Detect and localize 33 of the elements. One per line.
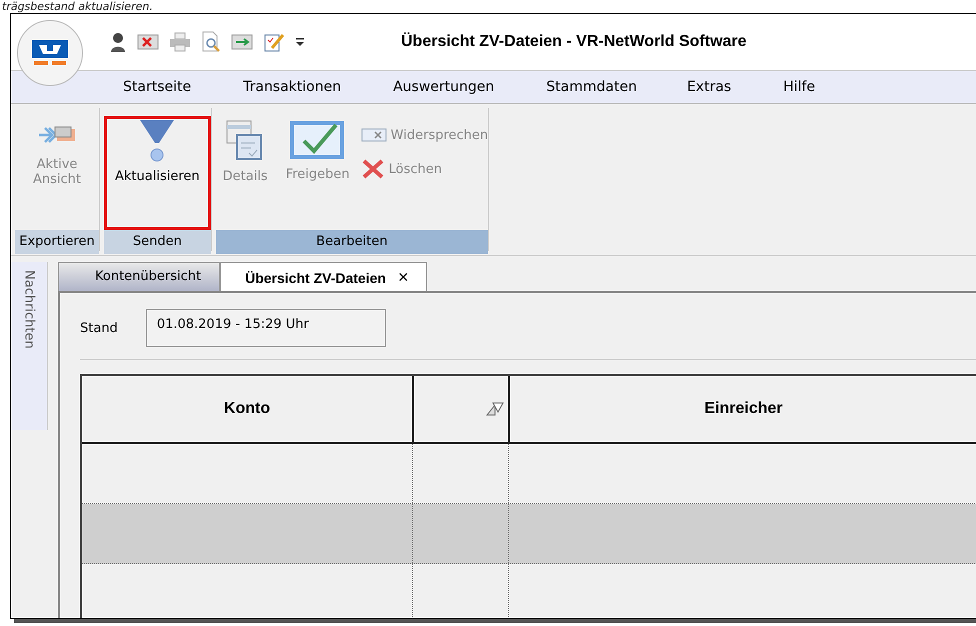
- funnel-icon: [139, 119, 176, 163]
- close-x-icon: [360, 158, 385, 180]
- date-field: 01.08.2019 - 15:29 Uhr: [146, 309, 386, 347]
- edit-checklist-icon[interactable]: [263, 31, 285, 53]
- sort-icon: [486, 402, 504, 416]
- window-title: Übersicht ZV-Dateien - VR-NetWorld Software: [401, 33, 747, 51]
- column-header[interactable]: Konto: [82, 376, 414, 442]
- field-label: Stand: [80, 320, 118, 336]
- ribbon-group-label: Senden: [104, 230, 211, 254]
- menu-tab[interactable]: Hilfe: [783, 79, 816, 95]
- close-tab-button[interactable]: ×: [398, 267, 408, 287]
- menu-tab[interactable]: Extras: [686, 79, 732, 95]
- print-preview-icon[interactable]: [201, 31, 221, 53]
- menu-tab[interactable]: Auswertungen: [393, 79, 494, 95]
- menu-tab[interactable]: Transaktionen: [243, 79, 342, 95]
- crossed-box-icon: [360, 127, 387, 143]
- side-panel-tab[interactable]: Nachrichten: [11, 262, 48, 430]
- document-tab[interactable]: Übersicht ZV-Dateien ×: [220, 262, 428, 291]
- customize-dropdown-icon[interactable]: [295, 36, 305, 48]
- menu-tab[interactable]: Stammdaten: [546, 79, 637, 95]
- ribbon-group-label: Exportieren: [15, 230, 99, 254]
- user-icon[interactable]: [109, 32, 127, 52]
- menu-tab[interactable]: Startseite: [123, 79, 192, 95]
- bank-logo: [30, 38, 70, 68]
- column-header[interactable]: Einreicher: [510, 376, 976, 442]
- caption-text: trägsbestand aktualisieren.: [1, 0, 154, 13]
- document-tab[interactable]: Kontenübersicht: [58, 262, 220, 291]
- transfer-icon[interactable]: [231, 33, 253, 51]
- printer-icon[interactable]: [169, 32, 191, 52]
- ribbon-button[interactable]: Aktualisieren: [104, 116, 211, 230]
- delete-window-icon[interactable]: [137, 33, 159, 51]
- checkmark-icon: [290, 119, 346, 161]
- ribbon-group-label: Bearbeiten: [216, 230, 488, 254]
